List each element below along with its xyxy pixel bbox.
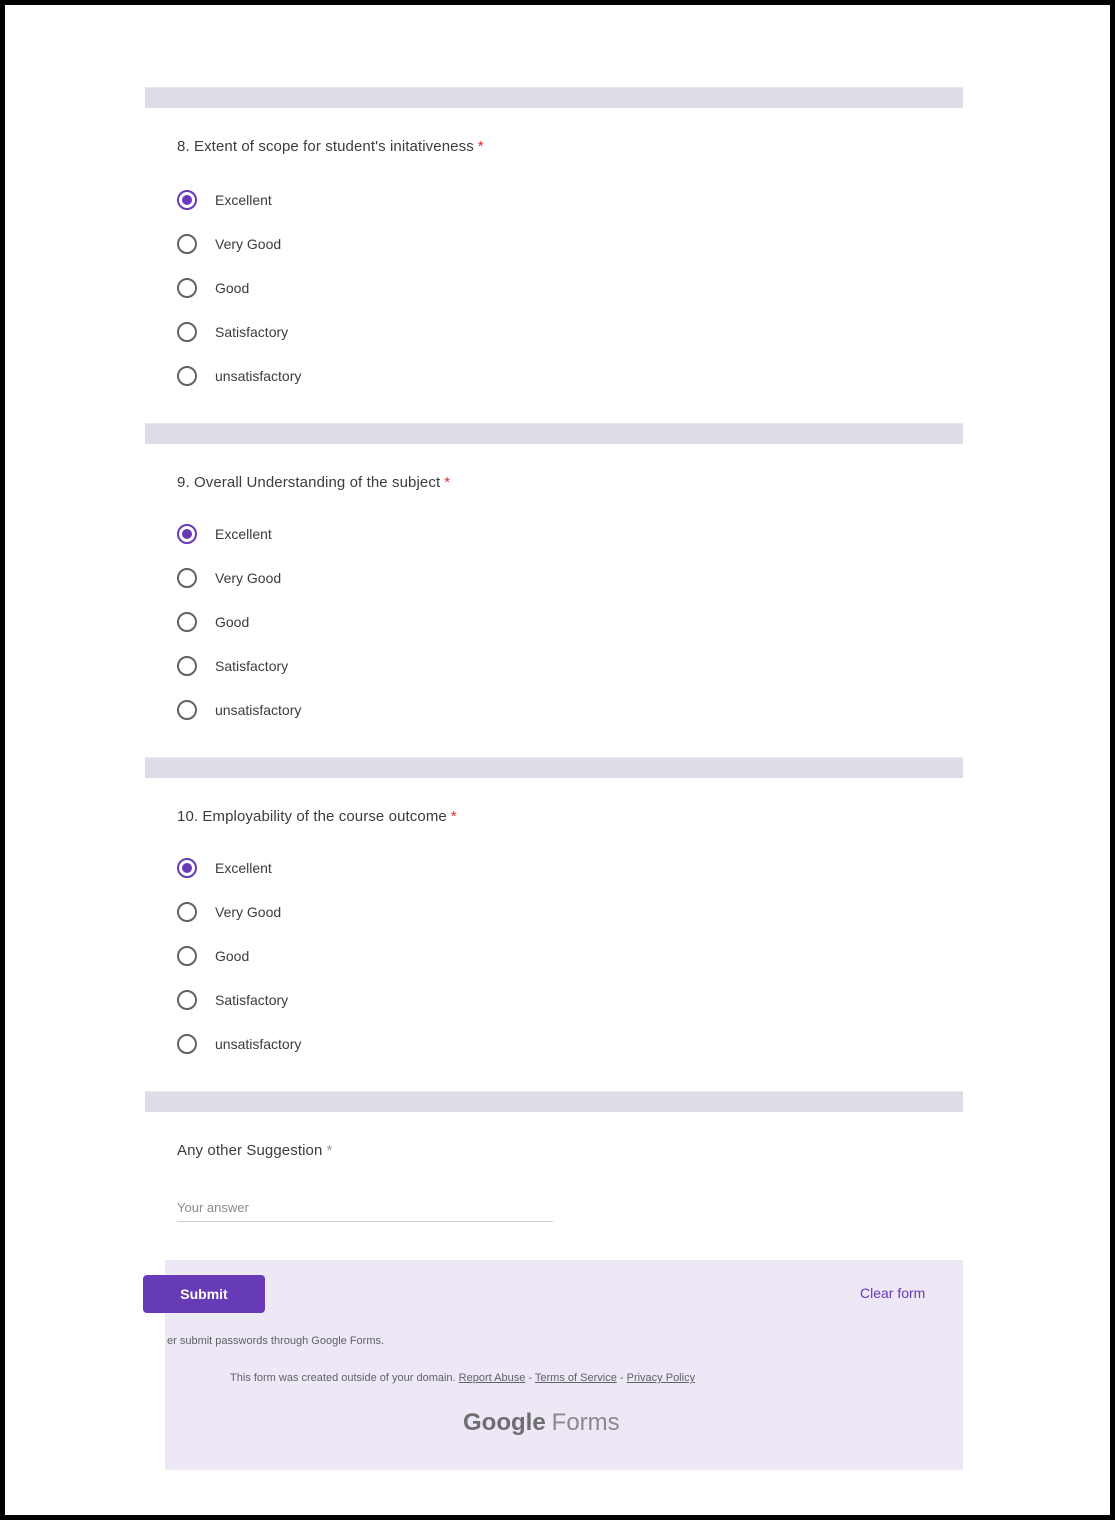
question-card-8: 8. Extent of scope for student's initati… xyxy=(145,108,963,420)
radio-icon[interactable] xyxy=(177,278,197,298)
question-title-text: 10. Employability of the course outcome xyxy=(177,808,447,825)
radio-option-good[interactable]: Good xyxy=(177,276,249,300)
option-label: unsatisfactory xyxy=(215,702,302,718)
option-label: Satisfactory xyxy=(215,324,289,340)
question-card-10: 10. Employability of the course outcome *… xyxy=(145,778,963,1090)
radio-option-excellent[interactable]: Excellent xyxy=(177,522,272,546)
option-label: Very Good xyxy=(215,570,282,586)
radio-option-satisfactory[interactable]: Satisfactory xyxy=(177,654,288,678)
radio-icon[interactable] xyxy=(177,366,197,386)
radio-icon[interactable] xyxy=(177,700,197,720)
option-label: Excellent xyxy=(215,860,272,876)
link-separator: - xyxy=(616,1372,627,1384)
option-label: Good xyxy=(215,614,250,630)
answer-input[interactable]: Your answer xyxy=(177,1200,553,1222)
radio-option-unsatisfactory[interactable]: unsatisfactory xyxy=(177,698,301,722)
radio-icon[interactable] xyxy=(177,990,197,1010)
required-marker: * xyxy=(477,138,484,155)
question-title-text: 8. Extent of scope for student's initati… xyxy=(177,138,474,155)
radio-option-very-good[interactable]: Very Good xyxy=(177,566,281,590)
suggestion-card: Any other Suggestion * Your answer xyxy=(145,1112,963,1257)
brand-forms-text: Forms xyxy=(551,1409,620,1436)
section-separator xyxy=(145,423,963,444)
radio-option-good[interactable]: Good xyxy=(177,944,249,968)
option-label: Excellent xyxy=(215,526,272,542)
radio-option-excellent[interactable]: Excellent xyxy=(177,856,272,880)
radio-selected-icon[interactable] xyxy=(177,858,197,878)
radio-icon[interactable] xyxy=(177,1034,197,1054)
link-separator: - xyxy=(525,1372,535,1384)
option-label: Good xyxy=(215,280,250,296)
option-label: Very Good xyxy=(215,236,282,252)
brand-google-text: Google xyxy=(463,1409,546,1436)
radio-icon[interactable] xyxy=(177,234,197,254)
option-label: Satisfactory xyxy=(215,992,289,1008)
option-label: Very Good xyxy=(215,904,282,920)
radio-option-very-good[interactable]: Very Good xyxy=(177,900,281,924)
option-label: Good xyxy=(215,948,250,964)
radio-icon[interactable] xyxy=(177,946,197,966)
submit-button[interactable]: Submit xyxy=(143,1275,265,1313)
question-card-9: 9. Overall Understanding of the subject *… xyxy=(145,444,963,756)
form-footer xyxy=(165,1260,963,1470)
radio-selected-icon[interactable] xyxy=(177,524,197,544)
domain-notice: This form was created outside of your do… xyxy=(230,1372,695,1384)
domain-notice-text: This form was created outside of your do… xyxy=(230,1372,456,1384)
clear-form-button[interactable]: Clear form xyxy=(860,1285,925,1301)
question-title: 10. Employability of the course outcome * xyxy=(177,808,457,825)
radio-option-very-good[interactable]: Very Good xyxy=(177,232,281,256)
radio-option-unsatisfactory[interactable]: unsatisfactory xyxy=(177,1032,301,1056)
question-title-text: Any other Suggestion xyxy=(177,1142,323,1159)
radio-icon[interactable] xyxy=(177,568,197,588)
required-marker: * xyxy=(326,1142,333,1159)
radio-icon[interactable] xyxy=(177,902,197,922)
question-title: Any other Suggestion * xyxy=(177,1142,332,1159)
option-label: unsatisfactory xyxy=(215,368,302,384)
required-marker: * xyxy=(444,474,451,491)
radio-icon[interactable] xyxy=(177,612,197,632)
radio-icon[interactable] xyxy=(177,656,197,676)
radio-option-excellent[interactable]: Excellent xyxy=(177,188,272,212)
report-abuse-link[interactable]: Report Abuse xyxy=(459,1372,526,1384)
section-separator xyxy=(145,87,963,108)
password-warning: er submit passwords through Google Forms… xyxy=(167,1335,385,1347)
radio-option-satisfactory[interactable]: Satisfactory xyxy=(177,988,288,1012)
question-title: 8. Extent of scope for student's initati… xyxy=(177,138,484,155)
option-label: Satisfactory xyxy=(215,658,289,674)
question-title: 9. Overall Understanding of the subject * xyxy=(177,474,450,491)
radio-option-good[interactable]: Good xyxy=(177,610,249,634)
question-title-text: 9. Overall Understanding of the subject xyxy=(177,474,441,491)
terms-link[interactable]: Terms of Service xyxy=(535,1372,617,1384)
google-forms-logo[interactable]: Google Forms xyxy=(463,1409,620,1437)
option-label: unsatisfactory xyxy=(215,1036,302,1052)
radio-selected-icon[interactable] xyxy=(177,190,197,210)
radio-icon[interactable] xyxy=(177,322,197,342)
required-marker: * xyxy=(450,808,457,825)
option-label: Excellent xyxy=(215,192,272,208)
radio-option-unsatisfactory[interactable]: unsatisfactory xyxy=(177,364,301,388)
privacy-link[interactable]: Privacy Policy xyxy=(627,1372,695,1384)
section-separator xyxy=(145,1091,963,1112)
page-frame: 8. Extent of scope for student's initati… xyxy=(0,0,1115,1520)
section-separator xyxy=(145,757,963,778)
radio-option-satisfactory[interactable]: Satisfactory xyxy=(177,320,288,344)
